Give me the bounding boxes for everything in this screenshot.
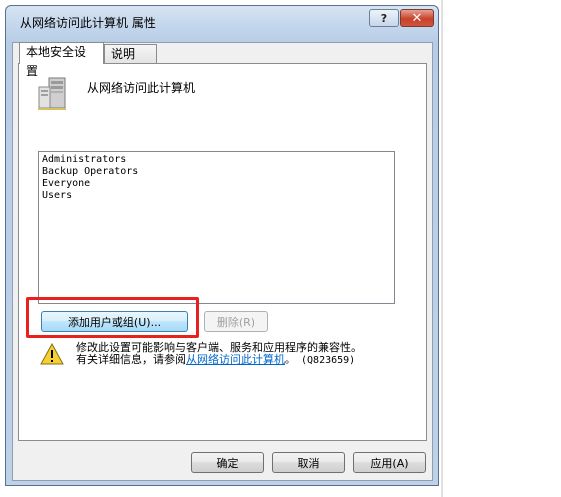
list-item[interactable]: Administrators bbox=[42, 154, 391, 166]
close-button[interactable]: ✕ bbox=[400, 9, 434, 27]
apply-button[interactable]: 应用(A) bbox=[353, 452, 426, 473]
policy-name: 从网络访问此计算机 bbox=[87, 81, 196, 95]
highlight-box bbox=[26, 297, 199, 338]
tab-local-security-setting[interactable]: 本地安全设置 bbox=[19, 42, 104, 78]
ok-button[interactable]: 确定 bbox=[191, 452, 264, 473]
warning-detail: 有关详细信息，请参阅从网络访问此计算机。 (Q823659) bbox=[76, 351, 355, 367]
list-item[interactable]: Everyone bbox=[42, 178, 391, 190]
kb-reference: 。 (Q823659) bbox=[285, 355, 356, 366]
dialog-title: 从网络访问此计算机 属性 bbox=[20, 16, 156, 30]
help-button[interactable]: ? bbox=[369, 9, 399, 27]
cancel-button[interactable]: 取消 bbox=[272, 452, 345, 473]
server-icon bbox=[38, 77, 66, 110]
warning-icon bbox=[40, 343, 64, 365]
remove-button[interactable]: 删除(R) bbox=[204, 311, 268, 332]
tab-explain[interactable]: 说明 bbox=[104, 44, 157, 64]
members-list[interactable]: Administrators Backup Operators Everyone… bbox=[38, 151, 395, 304]
list-item[interactable]: Users bbox=[42, 190, 391, 202]
warning-detail-prefix: 有关详细信息，请参阅 bbox=[76, 353, 186, 366]
policy-help-link[interactable]: 从网络访问此计算机 bbox=[186, 353, 285, 366]
list-item[interactable]: Backup Operators bbox=[42, 166, 391, 178]
page-edge bbox=[441, 0, 443, 497]
